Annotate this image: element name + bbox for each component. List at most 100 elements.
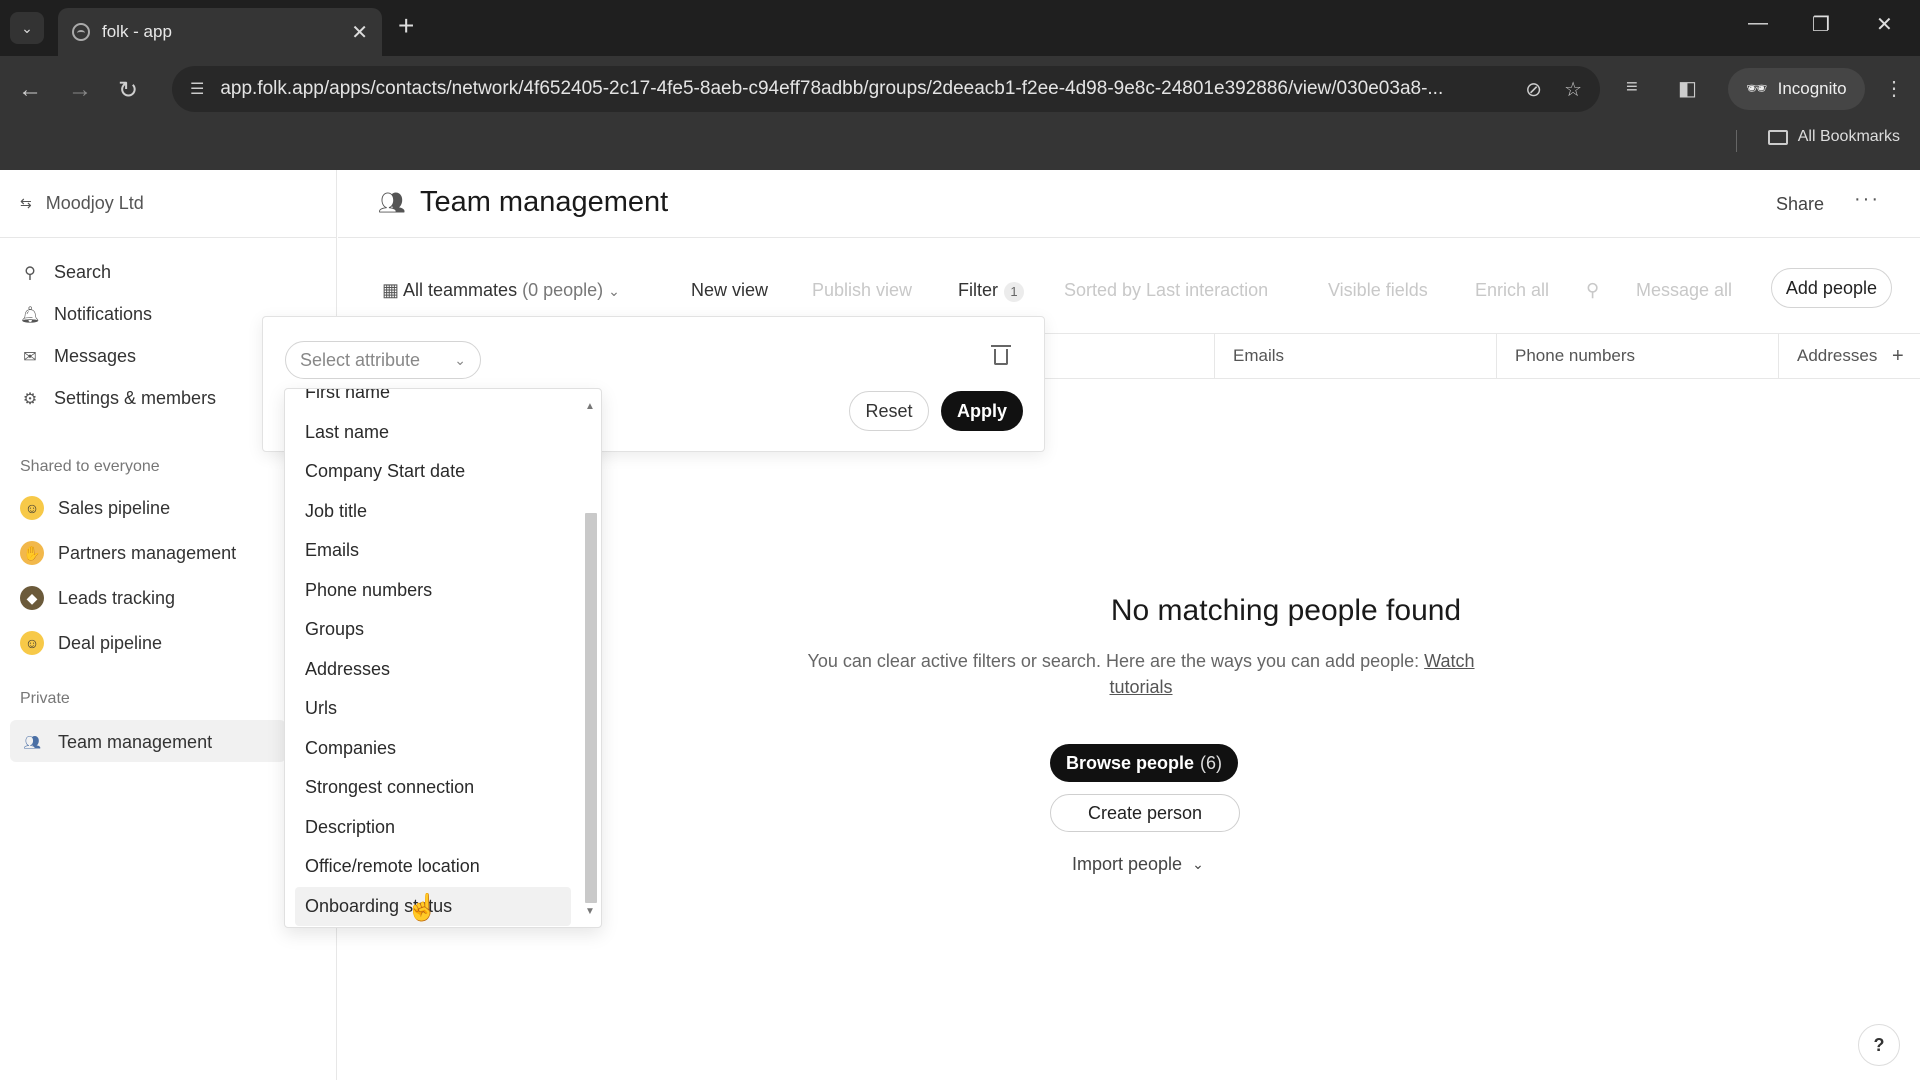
enrich-all-button[interactable]: Enrich all — [1475, 280, 1549, 301]
trash-icon[interactable] — [991, 345, 1011, 365]
sidebar-item-leads-tracking[interactable]: ◆ Leads tracking — [20, 586, 175, 610]
attribute-option[interactable]: Office/remote location — [285, 847, 581, 887]
select-attribute-dropdown[interactable]: Select attribute ⌄ — [285, 341, 481, 379]
sidebar-item-messages[interactable]: ✉ Messages — [20, 346, 136, 367]
sidebar-item-deal-pipeline[interactable]: ☺ Deal pipeline — [20, 631, 162, 655]
url-text[interactable]: app.folk.app/apps/contacts/network/4f652… — [220, 78, 1503, 100]
page-title-text: Team management — [419, 186, 669, 218]
attribute-option[interactable]: Job title — [285, 492, 581, 532]
incognito-label: Incognito — [1777, 79, 1847, 98]
reading-list-icon[interactable]: ≡ — [1626, 76, 1638, 99]
column-header-addresses[interactable]: Addresses — [1778, 333, 1882, 379]
page-header: 👥︎ Team management Share ··· — [338, 170, 1920, 238]
all-bookmarks[interactable]: All Bookmarks — [1767, 128, 1900, 146]
scroll-up-icon[interactable]: ▲ — [585, 401, 595, 412]
grinning-face-icon: ☺ — [20, 496, 44, 520]
attribute-option[interactable]: Companies — [285, 729, 581, 769]
new-tab-icon[interactable]: + — [398, 10, 414, 42]
tab-search-button[interactable]: ⌄ — [10, 12, 44, 44]
people-icon: 👥︎ — [23, 733, 41, 750]
search-icon[interactable]: ⚲ — [1586, 280, 1599, 301]
site-info-icon[interactable]: ☰ — [190, 79, 204, 99]
create-person-button[interactable]: Create person — [1050, 794, 1240, 832]
attribute-option[interactable]: Last name — [285, 413, 581, 453]
sidebar-item-label: Messages — [54, 346, 137, 366]
add-column-icon[interactable]: + — [1882, 333, 1920, 379]
column-header-phone-numbers[interactable]: Phone numbers — [1496, 333, 1778, 379]
chevron-down-icon: ⌄ — [454, 351, 466, 368]
share-button[interactable]: Share — [1776, 194, 1824, 215]
private-section-label: Private — [20, 690, 70, 707]
restore-icon[interactable]: ❐ — [1812, 12, 1830, 37]
view-name: All teammates — [403, 280, 518, 300]
select-attribute-placeholder: Select attribute — [300, 349, 421, 370]
sidebar-item-search[interactable]: ⚲ Search — [20, 262, 111, 283]
help-button[interactable]: ? — [1858, 1024, 1900, 1066]
sidebar-item-label: Sales pipeline — [58, 497, 171, 518]
visible-fields-button[interactable]: Visible fields — [1328, 280, 1428, 301]
new-view-button[interactable]: New view — [691, 280, 768, 301]
sidebar-item-label: Team management — [58, 731, 213, 752]
empty-state-title: No matching people found — [1110, 594, 1462, 627]
workspace-name: Moodjoy Ltd — [45, 193, 144, 213]
message-all-button[interactable]: Message all — [1636, 280, 1732, 301]
publish-view-button[interactable]: Publish view — [812, 280, 912, 301]
browse-people-button[interactable]: Browse people (6) — [1050, 744, 1239, 782]
detective-icon: ◆ — [20, 586, 44, 610]
attribute-option[interactable]: Strongest connection — [285, 768, 581, 808]
attribute-option[interactable]: Emails — [285, 531, 581, 571]
sidebar-item-sales-pipeline[interactable]: ☺ Sales pipeline — [20, 496, 170, 520]
import-people-label: Import people — [1072, 854, 1183, 874]
browser-menu-icon[interactable]: ⋮ — [1884, 76, 1904, 101]
column-header-emails[interactable]: Emails — [1214, 333, 1496, 379]
search-icon: ⚲ — [24, 264, 36, 282]
view-toolbar: ▦ All teammates (0 people) ⌄ New view Pu… — [338, 268, 1920, 312]
browser-tab-bar: ⌄ folk - app ✕ + — ❐ ✕ — [0, 0, 1920, 56]
browser-tab[interactable]: folk - app ✕ — [58, 8, 382, 56]
sidebar-item-team-management[interactable]: 👥︎ Team management — [20, 730, 212, 754]
sidebar-item-notifications[interactable]: 🔔︎ Notifications — [20, 304, 152, 325]
view-selector[interactable]: ▦ All teammates (0 people) ⌄ — [382, 280, 620, 301]
more-options-icon[interactable]: ··· — [1854, 188, 1880, 211]
chevron-down-icon: ⌄ — [1192, 856, 1204, 872]
workspace-switcher[interactable]: ⇆ Moodjoy Ltd — [0, 170, 337, 238]
address-bar[interactable]: ☰ app.folk.app/apps/contacts/network/4f6… — [172, 66, 1600, 112]
apply-button[interactable]: Apply — [941, 391, 1023, 431]
reload-icon[interactable]: ↻ — [118, 76, 138, 105]
hand-cursor-icon: ☝ — [406, 892, 439, 922]
sort-button[interactable]: Sorted by Last interaction — [1064, 280, 1268, 301]
sidebar-item-settings[interactable]: ⚙ Settings & members — [20, 388, 216, 409]
incognito-badge[interactable]: 🕶 Incognito — [1728, 68, 1865, 110]
browse-people-label: Browse people — [1066, 752, 1195, 773]
browser-toolbar: ← → ↻ ☰ app.folk.app/apps/contacts/netwo… — [0, 56, 1920, 176]
add-people-button[interactable]: Add people — [1770, 268, 1892, 308]
import-people-button[interactable]: Import people ⌄ — [1072, 854, 1204, 875]
side-panel-icon[interactable]: ◧ — [1678, 76, 1697, 101]
attribute-option[interactable]: Company Start date — [285, 452, 581, 492]
folder-icon — [1767, 129, 1788, 145]
sidebar-item-partners-management[interactable]: ✋ Partners management — [20, 541, 236, 565]
attribute-option[interactable]: Groups — [285, 610, 581, 650]
close-window-icon[interactable]: ✕ — [1876, 12, 1893, 37]
attribute-option[interactable]: Description — [285, 808, 581, 848]
attribute-option[interactable]: Urls — [285, 689, 581, 729]
minimize-icon[interactable]: — — [1748, 12, 1768, 35]
back-icon[interactable]: ← — [18, 76, 42, 104]
shared-section-label: Shared to everyone — [20, 458, 160, 475]
scroll-down-icon[interactable]: ▼ — [585, 906, 595, 917]
reset-button[interactable]: Reset — [849, 391, 929, 431]
filter-count-badge: 1 — [1004, 282, 1024, 302]
attribute-option[interactable]: Phone numbers — [285, 571, 581, 611]
attribute-option[interactable]: Addresses — [285, 650, 581, 690]
page-title: 👥︎ Team management — [378, 186, 668, 219]
scrollbar-thumb[interactable] — [585, 513, 597, 903]
workspace-icon: ⇆ — [20, 195, 32, 211]
close-tab-icon[interactable]: ✕ — [351, 20, 368, 45]
sidebar-item-label: Search — [54, 262, 112, 282]
filter-button[interactable]: Filter 1 — [958, 280, 1024, 302]
star-icon[interactable]: ☆ — [1564, 77, 1582, 102]
eye-off-icon[interactable]: ⊘ — [1525, 77, 1542, 102]
forward-icon[interactable]: → — [68, 76, 92, 104]
dropdown-scrollbar[interactable]: ▲ ▼ — [583, 401, 597, 917]
attribute-option[interactable]: First name — [285, 389, 581, 413]
